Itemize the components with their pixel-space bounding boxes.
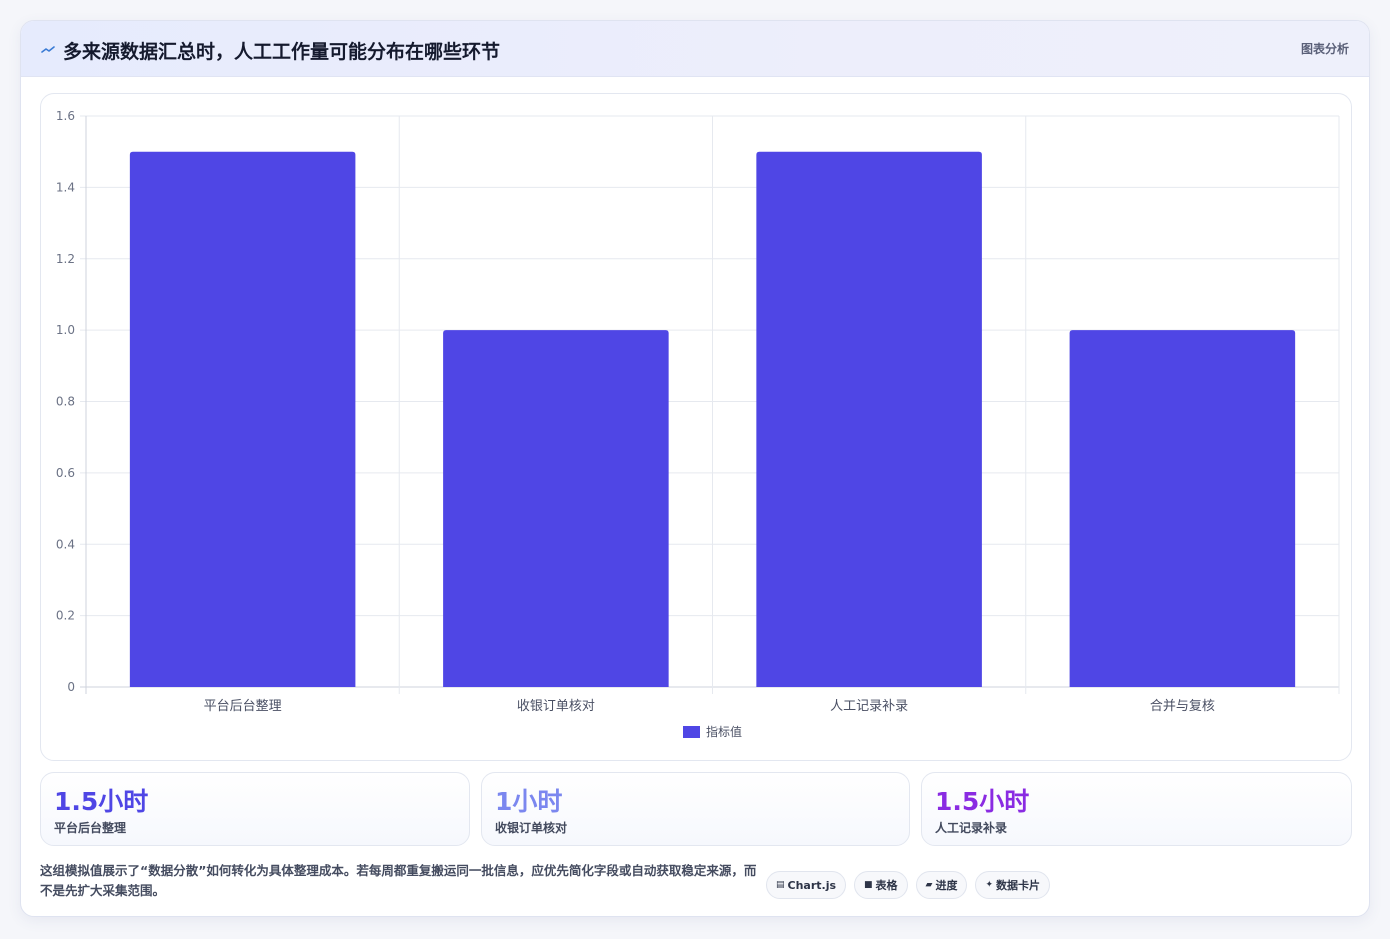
chip-chartjs[interactable]: ▤ Chart.js [766, 871, 847, 899]
y-tick-label: 0 [67, 680, 75, 694]
stat-card-3: 1.5小时 人工记录补录 [921, 772, 1352, 846]
chart-container: 0 0.2 0.4 0.6 0.8 1.0 1.2 1.4 1.6 平台后台整理 收银订单核对 人工记… [40, 93, 1352, 761]
card-header: 多来源数据汇总时，人工工作量可能分布在哪些环节 图表分析 [21, 21, 1369, 77]
progress-icon: ▰ [925, 880, 933, 890]
chart-card: 多来源数据汇总时，人工工作量可能分布在哪些环节 图表分析 0 0.2 0.4 0.6 0… [20, 20, 1370, 917]
stat-value: 1小时 [495, 787, 563, 816]
x-tick-label: 人工记录补录 [830, 699, 908, 714]
chip-label: 表格 [875, 879, 898, 892]
stat-label: 平台后台整理 [54, 821, 127, 835]
stat-card-1: 1.5小时 平台后台整理 [40, 772, 470, 846]
footer-note: 这组模拟值展示了“数据分散”如何转化为具体整理成本。若每周都重复搬运同一批信息，… [40, 863, 757, 898]
y-tick-label: 1.4 [56, 180, 75, 194]
y-tick-label: 0.2 [56, 609, 75, 623]
x-tick-label: 合并与复核 [1150, 699, 1215, 714]
y-tick-label: 1.2 [56, 252, 75, 266]
chip-progress[interactable]: ▰ 进度 [915, 871, 968, 899]
bar [443, 330, 669, 687]
tech-chips: ▤ Chart.js ■ 表格 ▰ 进度 ✦ 数据卡片 [766, 871, 1051, 901]
page-title: 多来源数据汇总时，人工工作量可能分布在哪些环节 [63, 41, 501, 63]
chip-label: 数据卡片 [996, 879, 1041, 892]
stat-value: 1.5小时 [935, 787, 1030, 816]
bar-chart: 0 0.2 0.4 0.6 0.8 1.0 1.2 1.4 1.6 平台后台整理 收银订单核对 人工记… [56, 109, 1340, 739]
chart-line-icon [41, 46, 55, 53]
sparkle-icon: ✦ [985, 880, 994, 890]
stat-card-2: 1小时 收银订单核对 [481, 772, 910, 846]
chip-data-card[interactable]: ✦ 数据卡片 [975, 871, 1051, 899]
stat-value: 1.5小时 [54, 787, 149, 816]
y-tick-label: 0.6 [56, 466, 75, 480]
y-tick-label: 0.4 [56, 537, 75, 551]
bar [1069, 330, 1296, 687]
x-tick-label: 平台后台整理 [204, 699, 282, 714]
chip-table[interactable]: ■ 表格 [854, 871, 908, 899]
stat-label: 收银订单核对 [495, 821, 568, 835]
bar [129, 151, 356, 687]
legend-swatch [683, 726, 700, 738]
y-tick-label: 0.8 [56, 395, 75, 409]
header-tag: 图表分析 [1300, 42, 1349, 56]
bar [756, 151, 982, 687]
legend-label: 指标值 [706, 724, 742, 739]
y-tick-label: 1.6 [56, 109, 75, 123]
chip-label: Chart.js [787, 878, 837, 892]
chip-label: 进度 [935, 879, 958, 892]
chart-icon: ▤ [776, 880, 785, 890]
y-tick-label: 1.0 [56, 323, 75, 337]
stat-label: 人工记录补录 [935, 821, 1008, 835]
table-icon: ■ [864, 880, 873, 890]
x-tick-label: 收银订单核对 [517, 699, 595, 714]
